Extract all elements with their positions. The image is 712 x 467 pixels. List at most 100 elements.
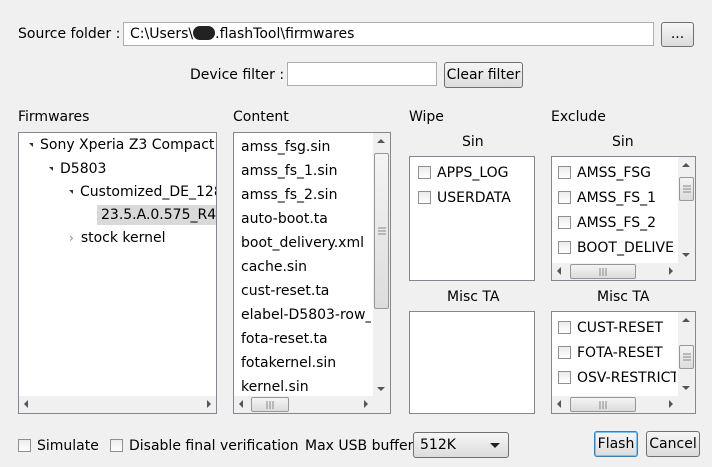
checkbox-icon[interactable] <box>418 191 431 204</box>
checkbox-icon[interactable] <box>558 166 571 179</box>
scroll-left-icon[interactable] <box>557 400 561 408</box>
scroll-thumb[interactable] <box>570 264 636 279</box>
exclude-checkbox[interactable]: AMSS_FS_2 <box>558 213 656 233</box>
source-folder-input[interactable]: C:\Users\ .flashTool\firmwares <box>123 22 654 46</box>
content-vscrollbar[interactable] <box>373 133 390 397</box>
wipe-misc-label: Misc TA <box>447 289 500 305</box>
checkbox-icon[interactable] <box>418 166 431 179</box>
exclude-misc-list[interactable]: CUST-RESET FOTA-RESET OSV-RESTRICT <box>551 311 696 414</box>
checkbox-icon[interactable] <box>558 321 571 334</box>
list-item[interactable]: amss_fs_1.sin <box>241 161 337 181</box>
tree-node[interactable]: D5803 <box>49 159 106 179</box>
scroll-thumb[interactable] <box>679 345 694 369</box>
checkbox-label: APPS_LOG <box>437 165 509 181</box>
checkbox-label: USERDATA <box>437 190 511 206</box>
checkbox-icon[interactable] <box>558 371 571 384</box>
scroll-left-icon[interactable] <box>239 400 243 408</box>
list-item[interactable]: fotakernel.sin <box>241 353 336 373</box>
exclude-sin-vscrollbar[interactable] <box>678 157 695 263</box>
checkbox-icon[interactable] <box>558 216 571 229</box>
scroll-left-icon[interactable] <box>557 267 561 275</box>
scroll-down-icon[interactable] <box>682 386 690 390</box>
checkbox-label: Disable final verification <box>129 438 299 454</box>
tree-node[interactable]: › stock kernel <box>69 228 166 248</box>
wipe-checkbox-apps-log[interactable]: APPS_LOG <box>418 163 509 183</box>
tree-node-label: Customized_DE_128 <box>80 184 217 200</box>
exclude-sin-list[interactable]: AMSS_FSG AMSS_FS_1 AMSS_FS_2 BOOT_DELIVE <box>551 156 696 281</box>
list-item[interactable]: auto-boot.ta <box>241 209 328 229</box>
scroll-down-icon[interactable] <box>377 387 385 391</box>
scroll-right-icon[interactable] <box>364 400 368 408</box>
exclude-sin-hscrollbar[interactable] <box>552 263 695 280</box>
usb-buffer-label: Max USB buffer <box>305 438 414 454</box>
usb-buffer-select[interactable]: 512K <box>413 432 509 458</box>
exclude-header: Exclude <box>551 109 606 125</box>
usb-buffer-value: 512K <box>420 437 456 453</box>
wipe-misc-list[interactable] <box>409 311 535 414</box>
checkbox-icon[interactable] <box>558 191 571 204</box>
scroll-left-icon[interactable] <box>24 400 28 408</box>
checkbox-label: BOOT_DELIVE <box>577 240 674 256</box>
exclude-checkbox[interactable]: AMSS_FSG <box>558 163 651 183</box>
scroll-down-icon[interactable] <box>682 253 690 257</box>
list-item[interactable]: boot_delivery.xml <box>241 233 364 253</box>
simulate-checkbox[interactable]: Simulate <box>18 436 99 456</box>
list-item[interactable]: kernel.sin <box>241 377 309 397</box>
wipe-checkbox-userdata[interactable]: USERDATA <box>418 188 511 208</box>
content-hscrollbar[interactable] <box>234 396 390 413</box>
checkbox-icon[interactable] <box>558 346 571 359</box>
tree-node[interactable]: Customized_DE_128 <box>69 182 217 202</box>
flash-button[interactable]: Flash <box>594 431 638 457</box>
grip-icon <box>377 227 386 235</box>
scroll-right-icon[interactable] <box>207 400 211 408</box>
exclude-misc-checkbox[interactable]: OSV-RESTRICT <box>558 368 676 388</box>
exclude-misc-checkbox[interactable]: CUST-RESET <box>558 318 663 338</box>
scroll-right-icon[interactable] <box>669 267 673 275</box>
disable-verification-checkbox[interactable]: Disable final verification <box>110 436 298 456</box>
firmwares-tree[interactable]: Sony Xperia Z3 Compact D5803 Customized_… <box>18 132 217 414</box>
scroll-up-icon[interactable] <box>682 318 690 322</box>
expanded-arrow-icon[interactable] <box>69 190 73 194</box>
tree-node-selected[interactable]: 23.5.A.0.575_R4D <box>97 205 216 225</box>
checkbox-icon[interactable] <box>18 439 31 452</box>
scroll-up-icon[interactable] <box>682 163 690 167</box>
scroll-thumb[interactable] <box>679 177 694 201</box>
exclude-misc-vscrollbar[interactable] <box>678 312 695 396</box>
device-filter-input[interactable] <box>287 62 437 86</box>
scroll-thumb[interactable] <box>374 153 389 309</box>
checkbox-label: AMSS_FS_2 <box>577 215 657 231</box>
exclude-checkbox[interactable]: AMSS_FS_1 <box>558 188 656 208</box>
list-item[interactable]: fota-reset.ta <box>241 329 328 349</box>
expanded-arrow-icon[interactable] <box>49 167 53 171</box>
content-header: Content <box>233 109 289 125</box>
checkbox-icon[interactable] <box>558 241 571 254</box>
scroll-right-icon[interactable] <box>669 400 673 408</box>
list-item[interactable]: elabel-D5803-row_ <box>241 305 371 325</box>
list-item[interactable]: amss_fsg.sin <box>241 137 330 157</box>
checkbox-label: CUST-RESET <box>577 320 664 336</box>
list-item[interactable]: amss_fs_2.sin <box>241 185 337 205</box>
device-filter-label: Device filter : <box>190 67 285 83</box>
exclude-checkbox[interactable]: BOOT_DELIVE <box>558 238 676 258</box>
checkbox-label: Simulate <box>37 438 99 454</box>
scroll-up-icon[interactable] <box>377 139 385 143</box>
grip-icon <box>682 353 691 361</box>
exclude-misc-hscrollbar[interactable] <box>552 396 695 413</box>
list-item[interactable]: cust-reset.ta <box>241 281 329 301</box>
content-list[interactable]: amss_fsg.sin amss_fs_1.sin amss_fs_2.sin… <box>233 132 391 414</box>
grip-icon <box>266 400 274 409</box>
list-item[interactable]: cache.sin <box>241 257 307 277</box>
checkbox-icon[interactable] <box>110 439 123 452</box>
source-path-suffix: .flashTool\firmwares <box>215 26 355 42</box>
cancel-button[interactable]: Cancel <box>646 431 700 457</box>
exclude-misc-checkbox[interactable]: FOTA-RESET <box>558 343 663 363</box>
scroll-thumb[interactable] <box>251 397 289 412</box>
scroll-thumb[interactable] <box>570 397 636 412</box>
firmwares-hscrollbar[interactable] <box>19 396 216 413</box>
browse-button[interactable]: ... <box>661 22 694 47</box>
wipe-sin-list[interactable]: APPS_LOG USERDATA <box>409 156 535 281</box>
clear-filter-button[interactable]: Clear filter <box>444 62 523 88</box>
tree-node[interactable]: Sony Xperia Z3 Compact <box>29 135 214 155</box>
expanded-arrow-icon[interactable] <box>29 143 33 147</box>
collapsed-arrow-icon[interactable]: › <box>69 228 74 248</box>
